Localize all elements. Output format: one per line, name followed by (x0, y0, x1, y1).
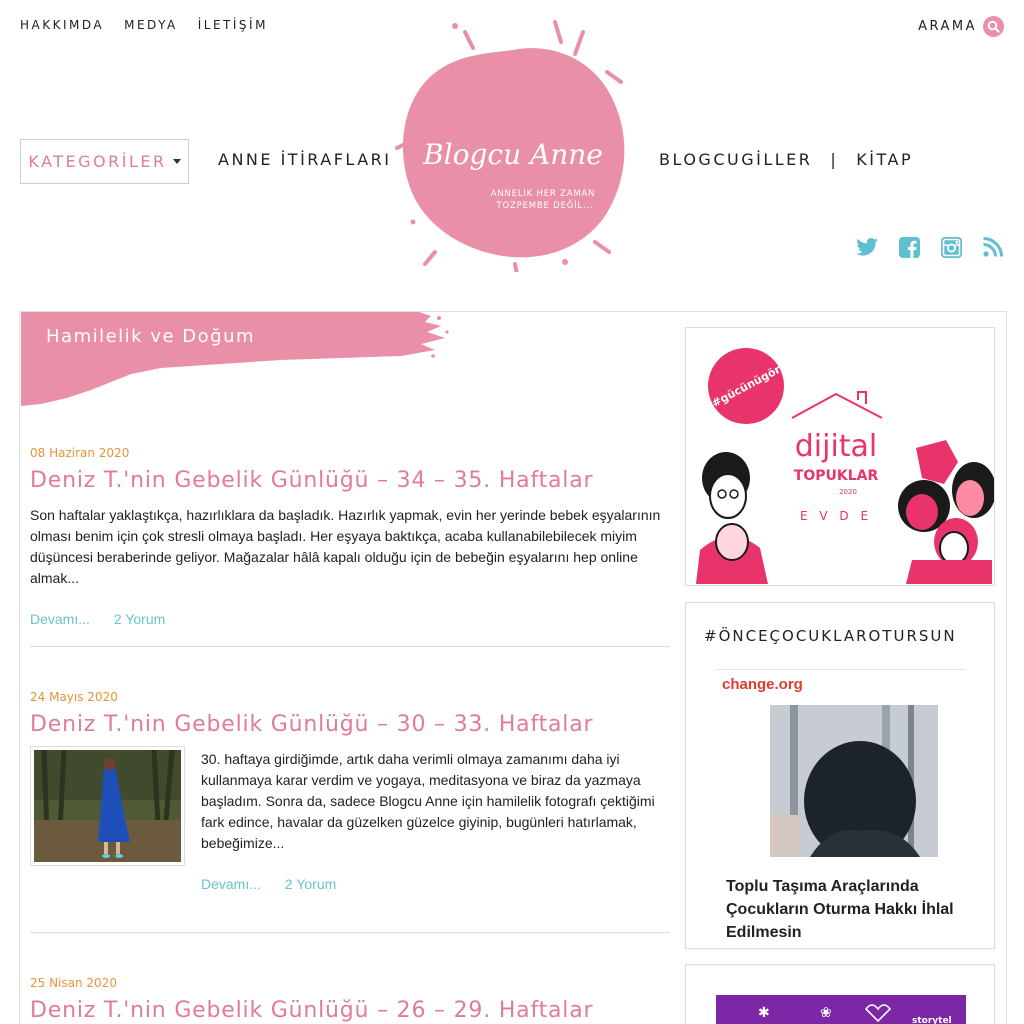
storytel-brand: storytel (912, 1016, 952, 1024)
sidebar-ad-petition[interactable]: #ÖNCEÇOCUKLAROTURSUN change.org Toplu Ta… (685, 602, 995, 949)
nav-hakkimda[interactable]: HAKKIMDA (20, 18, 104, 32)
svg-text:✱: ✱ (758, 1005, 770, 1021)
post-title[interactable]: Deniz T.'nin Gebelik Günlüğü – 30 – 33. … (30, 712, 670, 737)
post-excerpt: Son haftalar yaklaştıkça, hazırlıklara d… (30, 507, 661, 586)
category-title: Hamilelik ve Doğum (46, 326, 256, 347)
comments-link[interactable]: 2 Yorum (114, 611, 165, 627)
petition-top-line (716, 669, 966, 670)
logo-script: Blogcu Anne (422, 138, 603, 171)
post-title[interactable]: Deniz T.'nin Gebelik Günlüğü – 26 – 29. … (30, 998, 670, 1023)
post-item: 25 Nisan 2020 Deniz T.'nin Gebelik Günlü… (30, 976, 670, 1023)
search-toggle[interactable]: ARAMA (918, 16, 1004, 37)
ad-year: 2020 (839, 488, 857, 496)
top-nav: HAKKIMDA MEDYA İLETİŞİM (20, 18, 268, 32)
social-links (856, 236, 1004, 258)
nav-iletisim[interactable]: İLETİŞİM (198, 18, 268, 32)
instagram-icon[interactable] (940, 236, 962, 258)
post-date: 24 Mayıs 2020 (30, 690, 118, 704)
post-meta: Devamı... 2 Yorum (201, 876, 670, 892)
ad-brand-2: TOPUKLAR (794, 468, 879, 484)
categories-label: KATEGORİLER (28, 152, 167, 171)
storytel-banner: ✱ ❀ storytel (716, 995, 966, 1024)
petition-title: Toplu Taşıma Araçlarında Çocukların Otur… (726, 878, 954, 941)
logo-tagline-2: TOZPEMBE DEĞİL... (496, 199, 594, 211)
sidebar-ad-storytel[interactable]: ✱ ❀ storytel (685, 964, 995, 1024)
petition-hashtag: #ÖNCEÇOCUKLAROTURSUN (704, 627, 957, 645)
categories-dropdown[interactable]: KATEGORİLER (20, 139, 189, 184)
post-divider (30, 932, 670, 933)
post-excerpt: 30. haftaya girdiğimde, artık daha verim… (201, 751, 655, 851)
comments-link[interactable]: 2 Yorum (285, 876, 336, 892)
nav-right-group: BLOGCUGİLLER | KİTAP (659, 150, 913, 169)
post-date: 25 Nisan 2020 (30, 976, 117, 990)
change-org-logo: change.org (722, 676, 803, 693)
nav-kitap[interactable]: KİTAP (856, 150, 913, 169)
post-title[interactable]: Deniz T.'nin Gebelik Günlüğü – 34 – 35. … (30, 468, 670, 493)
post-thumbnail[interactable] (30, 746, 185, 866)
sidebar-ad-dijital-topuklar[interactable]: #gücünügör dijital TOPUKLAR 2020 E V D E (685, 327, 996, 586)
nav-anne-itiraflari[interactable]: ANNE İTİRAFLARI (218, 150, 391, 169)
read-more-link[interactable]: Devamı... (201, 876, 261, 892)
nav-separator: | (830, 150, 839, 169)
logo-tagline-1: ANNELİK HER ZAMAN (491, 188, 596, 199)
post-item: 08 Haziran 2020 Deniz T.'nin Gebelik Gün… (30, 446, 670, 627)
facebook-icon[interactable] (898, 236, 920, 258)
nav-medya[interactable]: MEDYA (124, 18, 178, 32)
twitter-icon[interactable] (856, 236, 878, 258)
petition-card[interactable]: change.org Toplu Taşıma Araçlarında Çocu… (716, 669, 966, 943)
svg-text:❀: ❀ (820, 1005, 832, 1021)
search-label: ARAMA (918, 19, 977, 34)
ad-brand: dijital (795, 429, 878, 464)
rss-icon[interactable] (982, 236, 1004, 258)
post-divider (30, 646, 670, 647)
petition-photo (770, 705, 938, 857)
read-more-link[interactable]: Devamı... (30, 611, 90, 627)
caret-down-icon (172, 159, 181, 164)
post-meta: Devamı... 2 Yorum (30, 611, 670, 627)
ad-evde: E V D E (800, 509, 872, 523)
search-icon[interactable] (983, 16, 1004, 37)
site-logo[interactable]: Blogcu Anne ANNELİK HER ZAMAN TOZPEMBE D… (395, 12, 630, 272)
nav-blogcugiller[interactable]: BLOGCUGİLLER (659, 150, 812, 169)
post-date: 08 Haziran 2020 (30, 446, 130, 460)
